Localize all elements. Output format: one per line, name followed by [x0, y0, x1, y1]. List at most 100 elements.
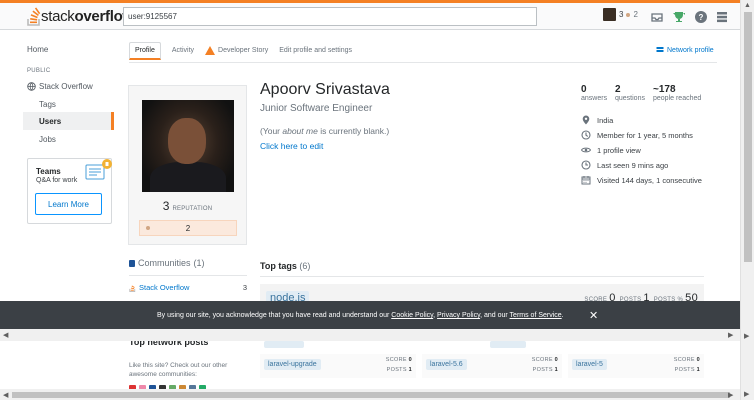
reputation: 3 REPUTATION: [129, 199, 246, 213]
calendar-icon: [581, 176, 591, 185]
profile-card: 3 REPUTATION 2: [128, 85, 247, 245]
scroll-right-icon[interactable]: ▶: [728, 331, 733, 339]
sidebar-heading-public: PUBLIC: [27, 68, 51, 74]
reputation-value: 3: [162, 199, 170, 213]
fact-visited: Visited 144 days, 1 consecutive: [581, 175, 702, 185]
terms-of-service-link[interactable]: Terms of Service: [510, 312, 562, 319]
avatar: [603, 8, 616, 21]
network-profile-link[interactable]: Network profile: [656, 46, 714, 54]
top-tags-title: Top tags (6): [260, 261, 311, 271]
user-name: Apoorv Srivastava: [260, 81, 390, 98]
profile-tabs: Profile Activity Developer Story Edit pr…: [129, 41, 363, 60]
cookie-banner: By using our site, you acknowledge that …: [0, 301, 754, 329]
scroll-left-icon[interactable]: ◀: [3, 391, 8, 399]
sidebar-item-tags[interactable]: Tags: [39, 100, 56, 109]
cookie-policy-link[interactable]: Cookie Policy: [391, 312, 433, 319]
network-icon: [656, 47, 664, 52]
user-bronze-count: 2: [633, 10, 638, 19]
sidebar-item-users[interactable]: Users: [39, 117, 61, 126]
stackoverflow-icon: [129, 285, 136, 292]
tag-pill-partial: [490, 341, 526, 348]
tag-row-item: laravel-5.6 SCORE 0 POSTS 1: [422, 354, 562, 378]
tab-developer-story-label: Developer Story: [218, 47, 269, 54]
sidebar-item-label: Stack Overflow: [39, 82, 93, 91]
search-input[interactable]: [123, 7, 537, 26]
top-bar: stackoverflow 3 2 ?: [0, 0, 740, 30]
stackoverflow-logo[interactable]: stackoverflow: [27, 5, 134, 27]
tab-edit-profile[interactable]: Edit profile and settings: [279, 47, 352, 54]
horizontal-scrollbar[interactable]: ◀ ▶: [0, 329, 740, 341]
tab-activity[interactable]: Activity: [172, 47, 194, 54]
community-name: Stack Overflow: [139, 283, 190, 292]
sidebar-item-stackoverflow[interactable]: Stack Overflow: [27, 82, 93, 91]
about-me-text: (Your about me is currently blank.): [260, 126, 390, 136]
history-icon: [581, 130, 591, 140]
location-pin-icon: [582, 115, 590, 125]
stat-people-reached: ~178 people reached: [653, 84, 702, 102]
bronze-badge-count: 2: [185, 224, 191, 233]
profile-photo[interactable]: [142, 100, 234, 192]
fact-last-seen: Last seen 9 mins ago: [581, 160, 668, 170]
user-reputation: 3: [619, 10, 624, 19]
scroll-right-icon[interactable]: ▶: [728, 391, 733, 399]
help-icon[interactable]: ?: [694, 10, 708, 24]
sidebar-item-jobs[interactable]: Jobs: [39, 135, 56, 144]
scrollbar-thumb[interactable]: [744, 12, 752, 262]
teams-illustration-icon: [85, 159, 112, 180]
clock-icon: [581, 160, 591, 170]
vertical-scrollbar[interactable]: ▲ ▶ ▶: [740, 0, 754, 400]
site-switcher-icon[interactable]: [715, 10, 729, 24]
teams-promo: Teams Q&A for work Learn More: [27, 158, 112, 224]
scroll-up-icon[interactable]: ▲: [744, 2, 751, 9]
network-profile-label: Network profile: [667, 46, 714, 54]
tag-pill[interactable]: laravel-upgrade: [264, 359, 321, 370]
tabs-divider: [129, 62, 717, 63]
achievements-icon[interactable]: [672, 10, 686, 24]
stack-logo-icon: [27, 7, 41, 26]
network-posts-description: Like this site? Check out our other awes…: [129, 362, 228, 378]
badge-bar[interactable]: 2: [139, 220, 237, 236]
teams-subtitle: Q&A for work: [36, 177, 78, 184]
reputation-label: REPUTATION: [172, 206, 213, 212]
fact-member-for: Member for 1 year, 5 months: [581, 130, 693, 140]
close-icon[interactable]: ✕: [589, 309, 598, 322]
logo-text-light: stack: [41, 7, 75, 25]
horizontal-scrollbar[interactable]: ◀ ▶: [0, 389, 740, 400]
tag-row-item: laravel-upgrade SCORE 0 POSTS 1: [260, 354, 416, 378]
tag-pill[interactable]: laravel-5.6: [426, 359, 467, 370]
edit-about-link[interactable]: Click here to edit: [260, 141, 323, 151]
fact-profile-views: 1 profile view: [581, 145, 641, 155]
teams-title: Teams: [36, 167, 61, 176]
tab-developer-story[interactable]: Developer Story: [205, 46, 268, 55]
community-item[interactable]: Stack Overflow 3: [129, 283, 247, 294]
user-card[interactable]: 3 2: [603, 8, 638, 21]
bronze-badge-icon: [626, 12, 631, 17]
svg-text:?: ?: [699, 13, 704, 22]
inbox-icon[interactable]: [650, 10, 664, 24]
stat-answers: 0 answers: [581, 84, 608, 102]
tag-pill[interactable]: laravel-5: [572, 359, 607, 370]
tag-row-item: laravel-5 SCORE 0 POSTS 1: [568, 354, 704, 378]
community-rep: 3: [242, 283, 247, 292]
learn-more-button[interactable]: Learn More: [35, 193, 102, 215]
privacy-policy-link[interactable]: Privacy Policy: [437, 312, 480, 319]
tag-pill-partial: [264, 341, 304, 348]
scroll-left-icon[interactable]: ◀: [3, 331, 8, 339]
cookie-text: By using our site, you acknowledge that …: [157, 312, 564, 319]
communities-divider: [129, 275, 247, 276]
tab-profile[interactable]: Profile: [129, 41, 161, 60]
scrollbar-thumb[interactable]: [12, 392, 730, 398]
warning-icon: [205, 46, 216, 55]
communities-section: Communities (1): [129, 258, 248, 268]
stat-questions: 2 questions: [615, 84, 645, 102]
job-title: Junior Software Engineer: [260, 103, 373, 114]
sidebar-active-highlight: [23, 112, 114, 130]
scroll-right-icon[interactable]: ▶: [744, 332, 749, 340]
globe-icon: [27, 82, 36, 91]
sidebar-item-home[interactable]: Home: [27, 45, 48, 54]
scroll-right-icon[interactable]: ▶: [744, 390, 749, 398]
fact-location: India: [581, 115, 613, 125]
top-tags-divider: [260, 276, 704, 277]
eye-icon: [581, 147, 591, 153]
communities-title: Communities (1): [129, 258, 248, 268]
